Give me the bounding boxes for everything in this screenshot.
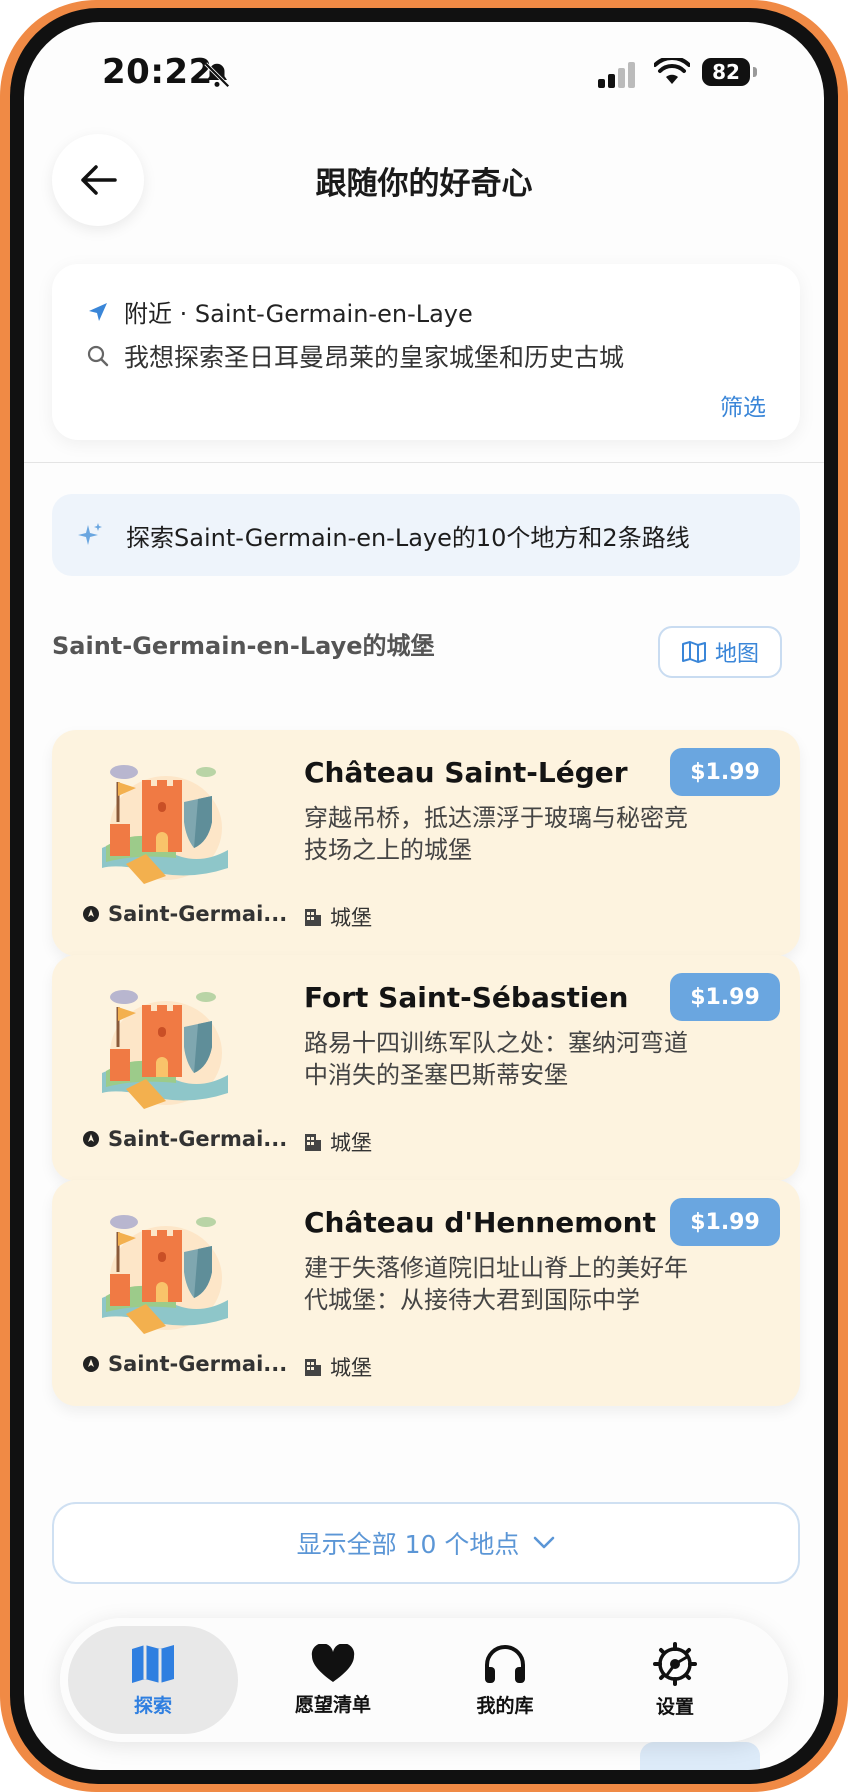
- location-pin-icon: [83, 1131, 99, 1147]
- tab-wishlist[interactable]: 愿望清单: [248, 1618, 418, 1742]
- sparkle-icon: [78, 523, 102, 545]
- filter-button[interactable]: 筛选: [720, 388, 766, 422]
- location-row[interactable]: 附近 · Saint-Germain-en-Laye: [86, 294, 473, 329]
- place-category: 城堡: [304, 902, 372, 932]
- place-location: Saint-Germai...: [82, 1127, 287, 1151]
- show-all-button[interactable]: 显示全部 10 个地点: [52, 1502, 800, 1584]
- place-description: 建于失落修道院旧址山脊上的美好年代城堡：从接待大君到国际中学: [304, 1254, 688, 1314]
- map-icon: [681, 641, 706, 663]
- hidden-price-badge: [640, 1742, 760, 1770]
- map-button-label: 地图: [714, 642, 759, 667]
- place-title: Château d'Hennemont: [304, 1206, 656, 1239]
- tab-settings[interactable]: 设置: [590, 1618, 760, 1742]
- search-input[interactable]: 我想探索圣日耳曼昂莱的皇家城堡和历史古城: [86, 338, 624, 374]
- summary-banner: 探索Saint-Germain-en-Laye的10个地方和2条路线: [52, 494, 800, 576]
- heart-icon: [311, 1643, 355, 1682]
- location-pin-icon: [83, 906, 99, 922]
- search-card[interactable]: 附近 · Saint-Germain-en-Laye 我想探索圣日耳曼昂莱的皇家…: [52, 264, 800, 440]
- place-card[interactable]: Château d'Hennemont 建于失落修道院旧址山脊上的美好年代城堡：…: [52, 1180, 800, 1406]
- place-card[interactable]: Fort Saint-Sébastien 路易十四训练军队之处：塞纳河弯道中消失…: [52, 955, 800, 1181]
- place-category: 城堡: [304, 1352, 372, 1382]
- place-title: Fort Saint-Sébastien: [304, 981, 629, 1014]
- place-category-text: 城堡: [330, 1131, 372, 1155]
- search-query: 我想探索圣日耳曼昂莱的皇家城堡和历史古城: [124, 343, 625, 372]
- signal-icon: [598, 62, 635, 88]
- battery-indicator: 82: [702, 58, 750, 86]
- search-icon: [87, 345, 109, 367]
- location-label: 附近 · Saint-Germain-en-Laye: [124, 300, 473, 328]
- place-location: Saint-Germai...: [82, 1352, 287, 1376]
- price-badge[interactable]: $1.99: [670, 973, 780, 1021]
- tab-label: 愿望清单: [294, 1693, 371, 1716]
- gear-icon: [653, 1641, 697, 1686]
- show-all-label: 显示全部 10 个地点: [296, 1530, 520, 1559]
- place-title: Château Saint-Léger: [304, 756, 628, 789]
- tab-label: 我的库: [476, 1694, 534, 1717]
- building-icon: [305, 909, 321, 926]
- place-location-text: Saint-Germai...: [108, 1127, 288, 1151]
- building-icon: [305, 1134, 321, 1151]
- place-location: Saint-Germai...: [82, 902, 287, 926]
- place-description: 路易十四训练军队之处：塞纳河弯道中消失的圣塞巴斯蒂安堡: [304, 1029, 688, 1089]
- wifi-icon: [654, 58, 690, 84]
- headphones-icon: [485, 1644, 525, 1683]
- status-time: 20:22: [102, 52, 213, 92]
- tab-explore[interactable]: 探索: [68, 1626, 238, 1734]
- map-icon: [132, 1644, 174, 1683]
- place-location-text: Saint-Germai...: [108, 902, 288, 926]
- summary-text: 探索Saint-Germain-en-Laye的10个地方和2条路线: [126, 523, 690, 552]
- price-badge[interactable]: $1.99: [670, 1198, 780, 1246]
- place-category: 城堡: [304, 1127, 372, 1157]
- place-category-text: 城堡: [330, 906, 372, 930]
- screen: 20:22 82 跟随你的好奇心 附近 · Saint-Germain-en-L…: [24, 22, 824, 1770]
- battery-cap: [753, 67, 757, 77]
- bell-muted-icon: [204, 62, 230, 88]
- price-badge[interactable]: $1.99: [670, 748, 780, 796]
- section-title: Saint-Germain-en-Laye的城堡: [52, 632, 435, 660]
- divider: [24, 462, 824, 463]
- castle-illustration-icon: [102, 1215, 228, 1334]
- building-icon: [305, 1359, 321, 1376]
- castle-illustration-icon: [102, 990, 228, 1109]
- place-location-text: Saint-Germai...: [108, 1352, 288, 1376]
- location-arrow-icon: [89, 302, 107, 321]
- chevron-down-icon: [534, 1536, 555, 1549]
- tab-label: 设置: [655, 1695, 694, 1718]
- castle-illustration-icon: [102, 765, 228, 884]
- tab-label: 探索: [133, 1694, 172, 1717]
- location-pin-icon: [83, 1356, 99, 1372]
- tab-library[interactable]: 我的库: [420, 1618, 590, 1742]
- place-category-text: 城堡: [330, 1356, 372, 1380]
- place-card[interactable]: Château Saint-Léger 穿越吊桥，抵达漂浮于玻璃与秘密竞技场之上…: [52, 730, 800, 956]
- place-description: 穿越吊桥，抵达漂浮于玻璃与秘密竞技场之上的城堡: [304, 804, 688, 864]
- map-button[interactable]: 地图: [658, 626, 782, 678]
- tab-bar: 探索 愿望清单 我的库 设置: [60, 1618, 788, 1742]
- page-title: 跟随你的好奇心: [315, 166, 533, 202]
